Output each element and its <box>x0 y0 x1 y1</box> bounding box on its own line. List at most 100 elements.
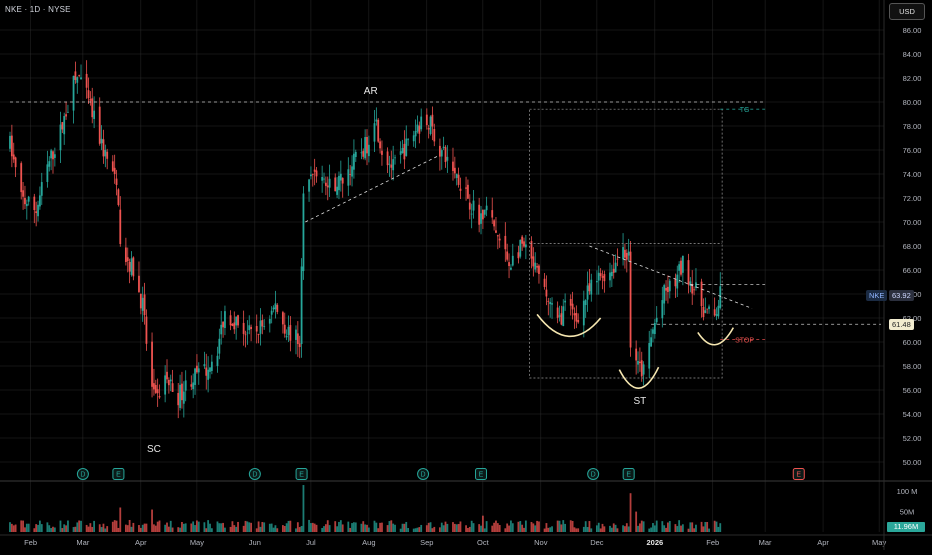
volume-bar <box>627 526 630 532</box>
volume-bar <box>429 522 432 532</box>
candle-body <box>207 369 210 380</box>
y-tick-label: 72.00 <box>903 194 922 203</box>
volume-bar <box>625 523 628 532</box>
volume-bar <box>104 528 107 532</box>
volume-bar <box>184 523 187 532</box>
candle-body <box>481 209 484 220</box>
candle-body <box>164 375 167 395</box>
volume-bar <box>700 521 703 532</box>
candle-body <box>298 343 301 348</box>
candle-body <box>50 150 53 159</box>
candle-body <box>354 151 357 157</box>
candle-body <box>268 318 271 324</box>
candle-body <box>24 197 26 205</box>
volume-bar <box>353 522 355 532</box>
symbol-badge: NKE <box>866 290 888 301</box>
volume-bar <box>177 527 180 532</box>
earnings-marker[interactable]: E <box>295 468 308 480</box>
candle-body <box>67 111 69 113</box>
candle-body <box>242 322 245 334</box>
volume-bar <box>661 521 664 532</box>
volume-bar <box>524 520 527 532</box>
volume-bar <box>412 528 415 532</box>
dividend-marker[interactable]: D <box>587 468 600 480</box>
volume-bar <box>549 527 552 532</box>
volume-bar <box>392 523 395 532</box>
volume-bar <box>495 520 497 532</box>
candle-body <box>14 157 17 168</box>
volume-bar <box>452 522 454 532</box>
candle-body <box>702 306 705 318</box>
volume-bar <box>676 526 679 532</box>
candle-body <box>562 306 565 327</box>
candle-body <box>629 251 632 348</box>
volume-bar <box>453 523 456 532</box>
earnings-marker[interactable]: E <box>112 468 125 480</box>
y-tick-label: 58.00 <box>903 362 922 371</box>
volume-bar <box>52 526 54 532</box>
candle-body <box>205 367 208 376</box>
earnings-marker[interactable]: E <box>792 468 805 480</box>
volume-bar <box>287 520 290 532</box>
volume-bar <box>143 523 146 532</box>
volume-bar <box>311 522 314 532</box>
candle-body <box>625 252 628 260</box>
volume-bars <box>9 485 722 532</box>
candle-body <box>59 124 62 151</box>
volume-bar <box>610 527 613 532</box>
candle-body <box>250 326 253 330</box>
candle-body <box>446 156 449 161</box>
x-tick-label: Apr <box>817 538 829 547</box>
volume-bar <box>115 520 118 532</box>
chart-area[interactable]: 50.0052.0054.0056.0058.0060.0062.0064.00… <box>0 0 932 550</box>
earnings-marker[interactable]: E <box>622 468 635 480</box>
currency-button[interactable]: USD <box>889 3 925 20</box>
trendline <box>305 155 439 223</box>
event-marker-label: E <box>796 472 801 479</box>
earnings-marker[interactable]: E <box>475 468 488 480</box>
price-chart[interactable]: 50.0052.0054.0056.0058.0060.0062.0064.00… <box>0 0 932 550</box>
candle-body <box>496 235 499 237</box>
candle-body <box>571 303 574 310</box>
volume-bar <box>113 520 116 532</box>
candle-body <box>560 313 563 325</box>
candle-body <box>693 289 695 291</box>
candle-body <box>412 135 415 142</box>
volume-bar <box>169 520 172 532</box>
volume-bar <box>308 519 310 532</box>
volume-bar <box>167 526 170 532</box>
candle-body <box>287 326 290 335</box>
candle-body <box>158 396 161 398</box>
volume-bar <box>652 523 654 532</box>
volume-bar <box>141 524 144 532</box>
volume-bar <box>558 520 561 532</box>
volume-bar <box>551 526 553 532</box>
dividend-marker[interactable]: D <box>248 468 261 480</box>
last-price-badge: 63.92 <box>889 290 914 301</box>
candle-body <box>248 325 251 331</box>
dividend-marker[interactable]: D <box>417 468 430 480</box>
volume-bar <box>506 523 509 532</box>
volume-bar <box>302 485 305 532</box>
volume-bar <box>205 528 208 532</box>
y-tick-label: 54.00 <box>903 410 922 419</box>
volume-bar <box>326 520 329 532</box>
dividend-marker[interactable]: D <box>76 468 89 480</box>
volume-bar <box>584 521 587 532</box>
volume-bar <box>78 520 81 532</box>
candle-body <box>272 307 275 310</box>
volume-bar <box>394 524 396 532</box>
candle-body <box>72 75 75 111</box>
candle-body <box>590 279 593 295</box>
candle-body <box>655 317 658 323</box>
volume-bar <box>373 520 376 532</box>
candle-body <box>687 260 690 285</box>
volume-bar <box>274 525 277 532</box>
y-tick-label: 56.00 <box>903 386 922 395</box>
last-volume-badge: 11.96M <box>887 522 925 532</box>
candle-body <box>40 182 43 196</box>
volume-bar <box>46 522 49 532</box>
candle-body <box>89 99 92 101</box>
volume-bar <box>519 521 522 532</box>
candle-body <box>517 252 520 259</box>
